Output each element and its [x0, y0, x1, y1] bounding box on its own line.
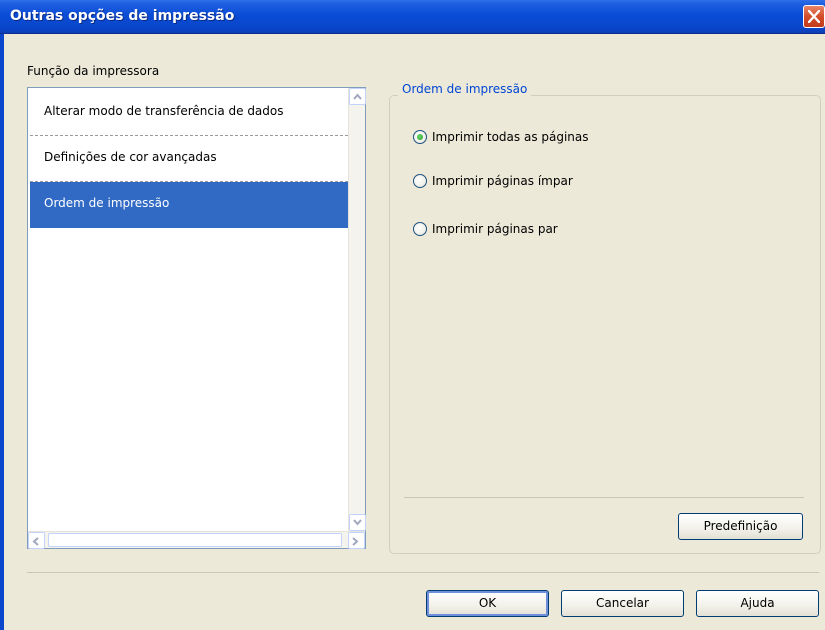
- list-item-label: Ordem de impressão: [44, 196, 170, 210]
- chevron-down-icon: [353, 519, 362, 526]
- chevron-right-icon: [352, 537, 359, 546]
- horizontal-scrollbar[interactable]: [28, 531, 365, 549]
- help-button[interactable]: Ajuda: [696, 590, 819, 617]
- printer-function-label: Função da impressora: [27, 64, 160, 78]
- print-order-group: [389, 95, 821, 554]
- scroll-down-button[interactable]: [349, 514, 366, 531]
- list-item-advanced-color[interactable]: Definições de cor avançadas: [30, 136, 348, 182]
- list-item-label: Definições de cor avançadas: [44, 150, 217, 164]
- cancel-button[interactable]: Cancelar: [561, 590, 684, 617]
- radio-dot-icon: [417, 134, 423, 140]
- chevron-up-icon: [353, 93, 362, 100]
- scroll-up-button[interactable]: [349, 88, 366, 105]
- chevron-left-icon: [32, 537, 39, 546]
- scroll-right-button[interactable]: [348, 532, 365, 549]
- title-bar[interactable]: Outras opções de impressão: [0, 0, 825, 34]
- radio-label: Imprimir todas as páginas: [432, 130, 589, 144]
- default-settings-button[interactable]: Predefinição: [678, 513, 803, 540]
- list-item-data-transfer-mode[interactable]: Alterar modo de transferência de dados: [30, 90, 348, 136]
- vertical-scrollbar[interactable]: [348, 88, 366, 531]
- close-icon: [808, 10, 820, 23]
- group-separator: [404, 497, 804, 498]
- window-frame: [0, 34, 4, 630]
- radio-button[interactable]: [413, 174, 427, 188]
- radio-button[interactable]: [413, 222, 427, 236]
- horizontal-scroll-thumb[interactable]: [48, 533, 342, 547]
- radio-button-checked[interactable]: [413, 130, 427, 144]
- list-item-label: Alterar modo de transferência de dados: [44, 104, 284, 118]
- window-title: Outras opções de impressão: [10, 8, 235, 24]
- ok-button[interactable]: OK: [426, 590, 549, 617]
- dialog-separator: [27, 572, 819, 573]
- print-order-group-title: Ordem de impressão: [398, 82, 532, 96]
- close-button[interactable]: [803, 5, 825, 28]
- radio-label: Imprimir páginas par: [432, 222, 558, 236]
- printer-function-list[interactable]: Alterar modo de transferência de dados D…: [27, 87, 366, 549]
- list-item-print-order[interactable]: Ordem de impressão: [30, 182, 348, 228]
- radio-label: Imprimir páginas ímpar: [432, 174, 573, 188]
- scroll-left-button[interactable]: [28, 532, 45, 549]
